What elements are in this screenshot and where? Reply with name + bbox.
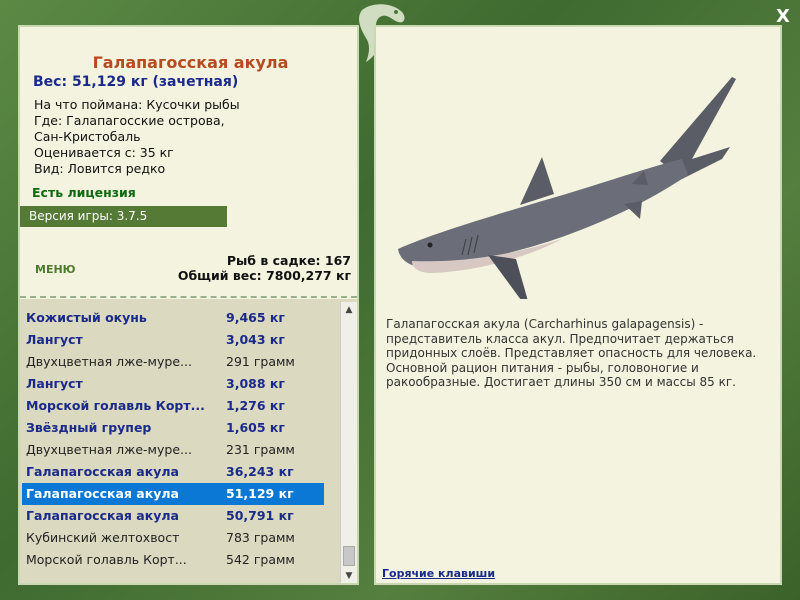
catch-bait: На что поймана: Кусочки рыбы (34, 97, 240, 112)
catch-location: Где: Галапагосские острова, (34, 113, 225, 128)
catch-item-weight: 3,088 кг (226, 376, 285, 391)
catch-item-weight: 9,465 кг (226, 310, 285, 325)
catch-list[interactable]: Кожистый окунь 9,465 кг Лангуст 3,043 кг Дву… (20, 299, 357, 583)
fish-details: На что поймана: Кусочки рыбы Где: Галапа… (34, 97, 240, 177)
list-scrollbar[interactable]: ▲ ▼ (340, 302, 357, 583)
total-weight: Общий вес: 7800,277 кг (177, 268, 351, 283)
close-icon: X (776, 6, 790, 27)
trophy-threshold: Оценивается с: 35 кг (34, 145, 174, 160)
catch-item-weight: 50,791 кг (226, 508, 294, 523)
catch-item-weight: 542 грамм (226, 552, 295, 567)
catch-list-item[interactable]: Двухцветная лже-муре... 291 грамм (22, 351, 324, 373)
catch-list-item[interactable]: Галапагосская акула 51,129 кг (22, 483, 324, 505)
catch-item-name: Галапагосская акула (26, 508, 179, 523)
catch-item-name: Лангуст (26, 332, 83, 347)
hotkeys-link[interactable]: Горячие клавиши (382, 567, 495, 580)
fish-count: Рыб в садке: 167 (226, 253, 351, 268)
catch-list-item[interactable]: Двухцветная лже-муре... 231 грамм (22, 439, 324, 461)
catch-item-weight: 231 грамм (226, 442, 295, 457)
catch-item-name: Галапагосская акула (26, 486, 179, 501)
fish-weight: Вес: 51,129 кг (зачетная) (33, 74, 239, 90)
catch-list-item[interactable]: Лангуст 3,088 кг (22, 373, 324, 395)
catch-item-name: Кожистый окунь (26, 310, 147, 325)
scroll-down-icon[interactable]: ▼ (341, 568, 357, 583)
divider (20, 296, 357, 298)
catch-item-name: Лангуст (26, 376, 83, 391)
catch-item-name: Двухцветная лже-муре... (26, 354, 192, 369)
catch-list-item[interactable]: Звёздный групер 1,605 кг (22, 417, 324, 439)
catch-list-item[interactable]: Галапагосская акула 36,243 кг (22, 461, 324, 483)
catch-item-weight: 3,043 кг (226, 332, 285, 347)
catch-list-item[interactable]: Лангуст 3,043 кг (22, 329, 324, 351)
fish-title: Галапагосская акула (92, 53, 289, 72)
scroll-thumb[interactable] (343, 546, 355, 566)
catch-item-name: Кубинский желтохвост (26, 530, 180, 545)
catch-item-name: Галапагосская акула (26, 464, 179, 479)
catch-item-weight: 291 грамм (226, 354, 295, 369)
fish-detail-panel: Галапагосская акула (Carcharhinus galapa… (374, 25, 782, 585)
catch-list-item[interactable]: Морской голавль Корт... 1,276 кг (22, 395, 324, 417)
catch-list-item[interactable]: Галапагосская акула 50,791 кг (22, 505, 324, 527)
catch-item-weight: 36,243 кг (226, 464, 294, 479)
rarity: Вид: Ловится редко (34, 161, 166, 176)
license-status: Есть лицензия (32, 185, 136, 200)
version-bar: Версия игры: 3.7.5 (20, 206, 227, 227)
fish-info-panel: Галапагосская акула Вес: 51,129 кг (заче… (18, 25, 359, 585)
catch-item-name: Морской голавль Корт... (26, 398, 205, 413)
scroll-up-icon[interactable]: ▲ (341, 302, 357, 318)
catch-list-item[interactable]: Кубинский желтохвост 783 грамм (22, 527, 324, 549)
catch-item-name: Двухцветная лже-муре... (26, 442, 192, 457)
catch-item-weight: 783 грамм (226, 530, 295, 545)
catch-item-weight: 1,276 кг (226, 398, 285, 413)
shark-image (398, 77, 736, 299)
catch-location-detail: Сан-Кристобаль (34, 129, 141, 144)
catch-list-item[interactable]: Морской голавль Корт... 542 грамм (22, 549, 324, 571)
catch-summary: Рыб в садке: 167 Общий вес: 7800,277 кг (178, 253, 351, 283)
catch-item-name: Морской голавль Корт... (26, 552, 187, 567)
catch-item-name: Звёздный групер (26, 420, 152, 435)
fish-description: Галапагосская акула (Carcharhinus galapa… (386, 317, 757, 389)
catch-list-item[interactable]: Кожистый окунь 9,465 кг (22, 307, 324, 329)
menu-button[interactable]: МЕНЮ (35, 263, 76, 276)
catch-item-weight: 51,129 кг (226, 486, 294, 501)
catch-item-weight: 1,605 кг (226, 420, 285, 435)
